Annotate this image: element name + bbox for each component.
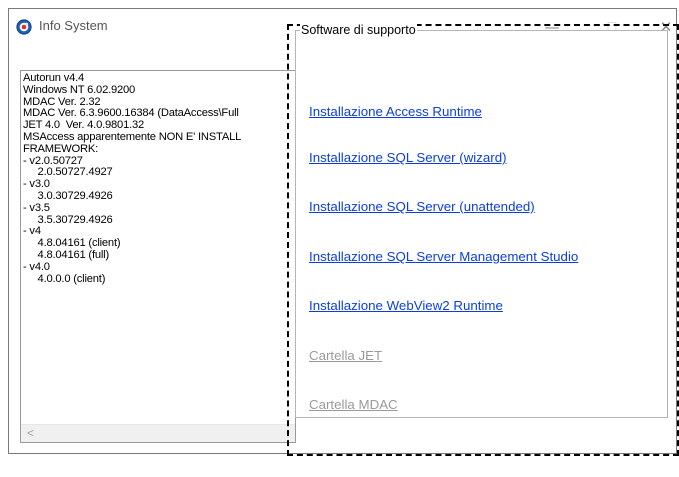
support-link[interactable]: Installazione SQL Server (wizard) (309, 150, 507, 165)
info-line: MSAccess apparentemente NON E' INSTALL (23, 130, 242, 143)
info-line: - v4.0 (23, 260, 50, 273)
info-line: - v3.5 (23, 201, 50, 214)
info-system-icon (16, 19, 32, 35)
support-link[interactable]: Installazione Access Runtime (309, 104, 482, 119)
support-link[interactable]: Installazione SQL Server (unattended) (309, 199, 535, 214)
support-link[interactable]: Installazione SQL Server Management Stud… (309, 249, 578, 264)
info-line: Windows NT 6.02.9200 (23, 83, 136, 96)
system-info-textbox[interactable]: Autorun v4.4 Windows NT 6.02.9200 MDAC Ver… (20, 70, 296, 443)
info-line: FRAMEWORK: (23, 142, 99, 155)
info-line: 3.5.30729.4926 (23, 213, 113, 226)
info-line: 3.0.30729.4926 (23, 189, 113, 202)
scroll-left-icon[interactable]: < (27, 425, 34, 442)
info-line: 2.0.50727.4927 (23, 166, 113, 179)
system-info-lines: Autorun v4.4 Windows NT 6.02.9200 MDAC Ver… (23, 72, 242, 285)
window-title: Info System (39, 18, 108, 33)
support-link: Cartella MDAC (309, 397, 398, 412)
support-link[interactable]: Installazione WebView2 Runtime (309, 298, 503, 313)
info-line: 4.8.04161 (full) (23, 248, 110, 261)
software-support-legend: Software di supporto (300, 23, 417, 37)
horizontal-scrollbar[interactable]: < (21, 424, 295, 442)
info-line: 4.0.0.0 (client) (23, 272, 106, 285)
support-link: Cartella JET (309, 348, 383, 363)
